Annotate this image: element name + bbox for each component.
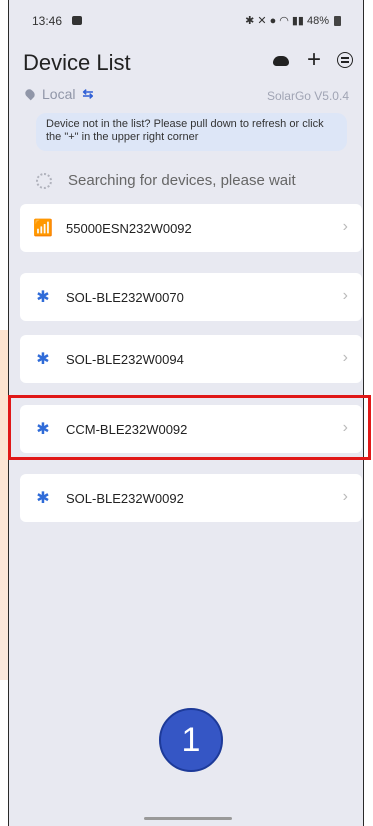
- chevron-right-icon: ›: [342, 218, 348, 235]
- bluetooth-icon: ✱: [36, 289, 50, 306]
- device-name: 55000ESN232W0092: [66, 220, 192, 236]
- message-notification-icon: [72, 16, 82, 25]
- chevron-right-icon: ›: [342, 349, 348, 366]
- chevron-right-icon: ›: [342, 287, 348, 304]
- wifi-status-icon: ◠: [279, 15, 289, 27]
- status-bar: 13:46 ✱ ✕ ● ◠ ▮▮ 48%: [9, 14, 363, 36]
- add-device-icon[interactable]: +: [307, 48, 321, 72]
- status-right: ✱ ✕ ● ◠ ▮▮ 48%: [245, 14, 341, 27]
- bluetooth-status-icon: ✱: [245, 15, 255, 27]
- highlight-box: [8, 395, 371, 460]
- cloud-icon[interactable]: [271, 53, 291, 67]
- signal-icon: ▮▮: [291, 15, 304, 27]
- loading-spinner-icon: [36, 172, 52, 189]
- refresh-notice: Device not in the list? Please pull down…: [36, 113, 347, 151]
- device-name: SOL-BLE232W0092: [66, 490, 184, 506]
- status-time: 13:46: [32, 14, 63, 28]
- app-version: SolarGo V5.0.4: [266, 89, 349, 103]
- location-status-icon: ●: [269, 14, 277, 27]
- device-item[interactable]: ✱ SOL-BLE232W0092 ›: [20, 474, 362, 522]
- silent-icon: ✕: [257, 15, 267, 27]
- bluetooth-icon: ✱: [36, 490, 50, 507]
- step-badge: 1: [159, 708, 223, 772]
- device-name: SOL-BLE232W0094: [66, 351, 184, 367]
- device-item[interactable]: 📶 55000ESN232W0092 ›: [20, 204, 362, 252]
- location-pin-icon: [23, 87, 37, 101]
- location-selector[interactable]: Local ⇆: [23, 86, 93, 102]
- device-item[interactable]: ✱ SOL-BLE232W0094 ›: [20, 335, 362, 383]
- bluetooth-icon: ✱: [36, 351, 50, 368]
- menu-icon[interactable]: [337, 52, 353, 68]
- header-actions: +: [271, 48, 353, 72]
- search-status-text: Searching for devices, please wait: [68, 172, 296, 189]
- page-title: Device List: [23, 50, 131, 75]
- device-item[interactable]: ✱ SOL-BLE232W0070 ›: [20, 273, 362, 321]
- wifi-icon: 📶: [33, 220, 53, 237]
- battery-icon: [334, 15, 341, 26]
- device-name: SOL-BLE232W0070: [66, 289, 184, 305]
- battery-percent: 48%: [306, 14, 329, 27]
- switch-icon[interactable]: ⇆: [82, 86, 93, 102]
- home-indicator[interactable]: [144, 817, 232, 820]
- search-status: Searching for devices, please wait: [36, 172, 296, 189]
- location-label: Local: [42, 86, 76, 102]
- chevron-right-icon: ›: [342, 488, 348, 505]
